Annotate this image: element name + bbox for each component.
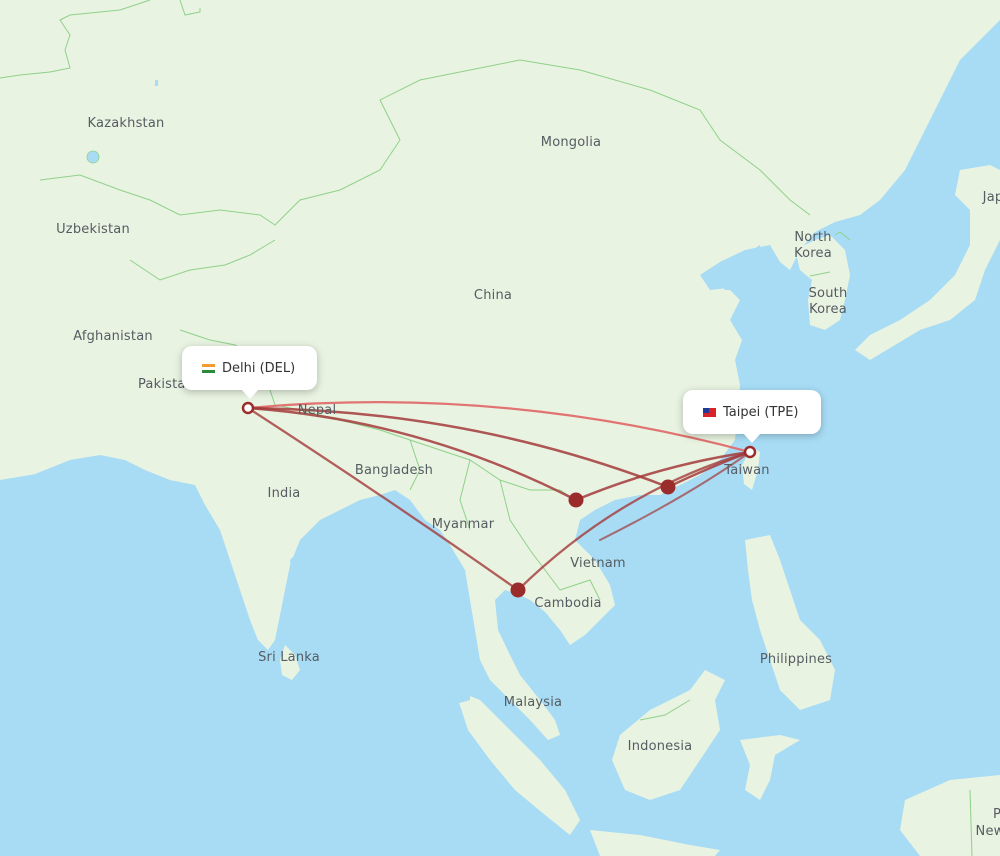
label-myanmar: Myanmar [431,517,495,532]
label-north-korea: North Korea [794,230,832,261]
label-mongolia: Mongolia [540,135,602,150]
label-uzbekistan: Uzbekistan [56,222,130,237]
label-afghanistan: Afghanistan [73,329,153,344]
label-india: India [267,486,301,501]
label-sri-lanka: Sri Lanka [258,650,320,665]
label-cambodia: Cambodia [534,596,602,611]
label-papua: P [992,807,1000,822]
label-taiwan: Taiwan [724,463,770,478]
label-new-guinea: New [975,824,1000,839]
destination-marker[interactable] [743,445,757,459]
stopover-marker[interactable] [660,479,676,495]
stopover-marker[interactable] [510,582,526,598]
stopover-marker[interactable] [568,492,584,508]
destination-name: Taipei (TPE) [723,404,799,420]
lake [86,150,100,164]
flag-taiwan-icon [703,407,716,417]
lake [155,80,158,86]
label-nepal: Nepal [297,403,337,418]
origin-name: Delhi (DEL) [222,360,296,376]
label-indonesia: Indonesia [627,739,693,754]
flag-india-icon [202,363,215,373]
label-kazakhstan: Kazakhstan [87,116,165,131]
origin-callout[interactable]: Delhi (DEL) [182,346,318,399]
label-china: China [473,288,513,303]
label-bangladesh: Bangladesh [354,463,434,478]
label-south-korea: South Korea [808,286,848,317]
label-vietnam: Vietnam [570,556,626,571]
label-japan: Jap [982,190,1000,205]
origin-marker[interactable] [241,401,255,415]
label-malaysia: Malaysia [503,695,563,710]
destination-callout[interactable]: Taipei (TPE) [683,390,821,443]
label-philippines: Philippines [759,652,833,667]
